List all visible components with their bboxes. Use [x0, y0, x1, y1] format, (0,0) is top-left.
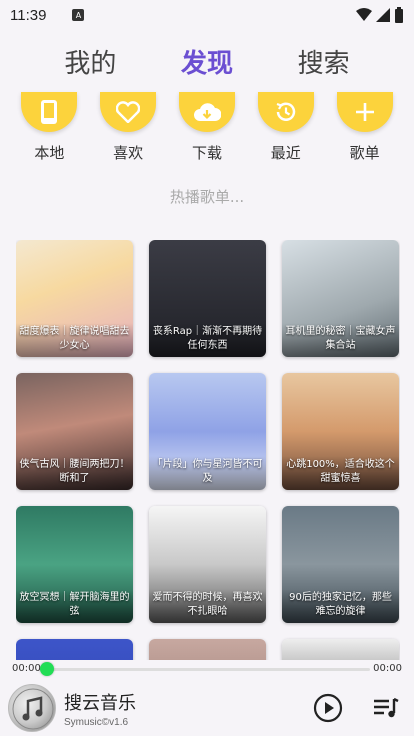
- quick-actions: 本地 喜欢 下载 最近 歌单: [0, 92, 414, 170]
- quick-playlist-button[interactable]: 歌单: [335, 92, 395, 170]
- playlist-card[interactable]: 放空冥想｜解开脑海里的弦: [16, 506, 133, 623]
- playlist-card[interactable]: 爱而不得的时候，再喜欢不扎眼哈: [149, 506, 266, 623]
- quick-recent-label: 最近: [270, 144, 301, 162]
- playlist-card[interactable]: 甜度爆表｜旋律说唱甜去少女心: [16, 240, 133, 357]
- phone-icon: [21, 92, 78, 132]
- quick-local-button[interactable]: 本地: [19, 92, 79, 170]
- section-title: 热播歌单...: [169, 188, 245, 206]
- playlist-title: 放空冥想｜解开脑海里的弦: [16, 589, 133, 623]
- battery-icon: [395, 7, 403, 23]
- status-time: 11:39: [10, 6, 47, 24]
- playlist-card[interactable]: [282, 639, 399, 660]
- tab-mine[interactable]: 我的: [64, 43, 116, 80]
- playlist-grid-inner: 甜度爆表｜旋律说唱甜去少女心 丧系Rap｜渐渐不再期待任何东西 耳机里的秘密｜宝…: [16, 240, 400, 660]
- player-meta: 搜云音乐 Symusic©v1.6: [64, 689, 136, 728]
- playback-progress: 00:00 00:00: [0, 660, 414, 678]
- progress-thumb[interactable]: [40, 662, 54, 676]
- playlist-card[interactable]: 耳机里的秘密｜宝藏女声集合站: [282, 240, 399, 357]
- signal-icon: [376, 8, 390, 22]
- notification-icon: A: [72, 9, 85, 21]
- time-current: 00:00: [12, 663, 41, 674]
- playlist-title: 90后的独家记忆，那些难忘的旋律: [282, 589, 399, 623]
- cloud-download-icon: [178, 92, 235, 132]
- progress-track[interactable]: [44, 668, 370, 671]
- play-button[interactable]: [312, 692, 344, 724]
- player-controls: [312, 692, 402, 724]
- plus-icon: [336, 92, 393, 132]
- quick-download-button[interactable]: 下载: [177, 92, 237, 170]
- playlist-queue-button[interactable]: [370, 692, 402, 724]
- playlist-card[interactable]: [16, 639, 133, 660]
- queue-icon: [374, 697, 399, 718]
- playlist-card[interactable]: 丧系Rap｜渐渐不再期待任何东西: [149, 240, 266, 357]
- playlist-title: 爱而不得的时候，再喜欢不扎眼哈: [149, 589, 266, 623]
- playlist-title: 甜度爆表｜旋律说唱甜去少女心: [16, 323, 133, 357]
- time-total: 00:00: [373, 663, 402, 674]
- quick-like-label: 喜欢: [113, 144, 144, 162]
- quick-local-label: 本地: [34, 144, 65, 162]
- playlist-card[interactable]: 90后的独家记忆，那些难忘的旋律: [282, 506, 399, 623]
- player-subtitle: Symusic©v1.6: [64, 716, 129, 728]
- player-bar: 搜云音乐 Symusic©v1.6: [0, 680, 414, 736]
- playlist-card[interactable]: [149, 639, 266, 660]
- quick-download-label: 下载: [191, 144, 222, 162]
- player-title: 搜云音乐: [64, 692, 136, 714]
- playlist-card[interactable]: 「片段」你与星河皆不可及: [149, 373, 266, 490]
- tab-discover[interactable]: 发现: [181, 43, 233, 80]
- quick-like-button[interactable]: 喜欢: [98, 92, 158, 170]
- playlist-title: 心跳100%，适合收这个甜蜜惊喜: [282, 456, 399, 490]
- status-icons: [356, 7, 404, 23]
- playlist-card[interactable]: 侠气古风｜腰间两把刀！断和了: [16, 373, 133, 490]
- playlist-card[interactable]: 心跳100%，适合收这个甜蜜惊喜: [282, 373, 399, 490]
- play-icon: [313, 693, 343, 723]
- playlist-title: 「片段」你与星河皆不可及: [149, 456, 266, 490]
- playlist-title: 丧系Rap｜渐渐不再期待任何东西: [149, 323, 266, 357]
- playlist-title: 侠气古风｜腰间两把刀！断和了: [16, 456, 133, 490]
- playlist-grid[interactable]: 甜度爆表｜旋律说唱甜去少女心 丧系Rap｜渐渐不再期待任何东西 耳机里的秘密｜宝…: [16, 240, 400, 660]
- history-icon: [257, 92, 314, 132]
- wifi-icon: [356, 8, 372, 21]
- heart-icon: [100, 92, 157, 132]
- playlist-title: 耳机里的秘密｜宝藏女声集合站: [282, 323, 399, 357]
- status-bar: 11:39 A: [0, 0, 414, 30]
- quick-playlist-label: 歌单: [349, 144, 380, 162]
- quick-recent-button[interactable]: 最近: [256, 92, 316, 170]
- album-cover[interactable]: [8, 684, 56, 732]
- top-tabs: 我的 发现 搜索: [0, 38, 414, 84]
- music-note-icon: [12, 688, 54, 730]
- tab-search[interactable]: 搜索: [298, 43, 350, 80]
